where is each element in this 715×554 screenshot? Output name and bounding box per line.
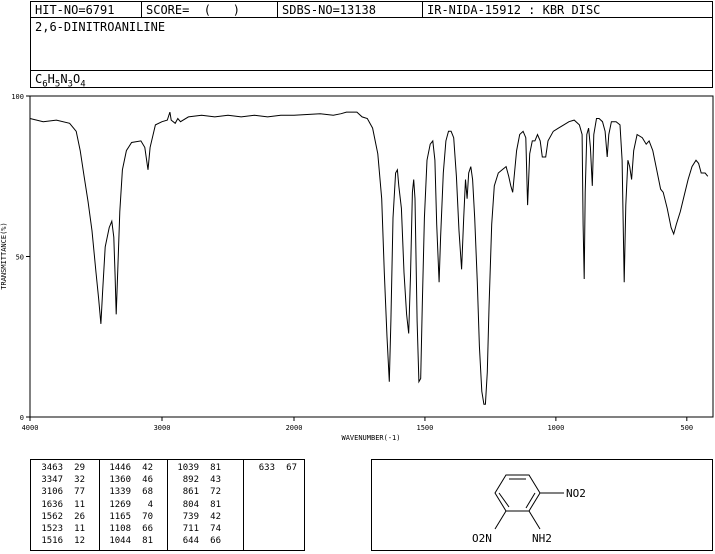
peak-transmittance: 81 [210, 463, 221, 473]
peak-transmittance: 43 [210, 475, 221, 486]
peak-table-row: 1360 46 [103, 474, 153, 486]
peak-wavenumber: 633 [258, 463, 275, 473]
peak-table-divider [243, 460, 244, 550]
peak-wavenumber: 711 [182, 524, 199, 535]
x-tick-label: 4000 [22, 424, 39, 432]
peak-table-row: 1339 68 [103, 486, 153, 498]
peak-transmittance: 4 [147, 499, 153, 510]
peak-wavenumber: 1562 [41, 511, 63, 522]
peak-table-row: 804 81 [171, 499, 221, 511]
peak-wavenumber: 804 [182, 499, 199, 510]
peak-table-row: 1269 4 [103, 499, 153, 511]
peak-wavenumber: 644 [182, 536, 199, 547]
y-tick-label: 0 [20, 414, 24, 422]
peak-transmittance: 77 [74, 487, 85, 498]
spectrum-series-line [29, 111, 709, 405]
peak-table-column: 633 67 [247, 462, 297, 474]
peak-transmittance: 42 [142, 463, 153, 473]
peak-table-row: 3347 32 [35, 474, 85, 486]
peak-table-row: 1044 81 [103, 535, 153, 547]
peak-wavenumber: 1044 [109, 536, 131, 547]
peak-wavenumber: 1360 [109, 475, 131, 486]
peak-wavenumber: 3463 [41, 463, 63, 473]
peak-transmittance: 12 [74, 536, 85, 547]
peak-transmittance: 11 [74, 524, 85, 535]
peak-table-row: 3463 29 [35, 462, 85, 474]
peak-transmittance: 26 [74, 511, 85, 522]
peak-table-column: 1446 42 1360 46 1339 68 1269 4 1165 70 1108 66 1044 8… [103, 462, 153, 547]
peak-table-row: 892 43 [171, 474, 221, 486]
peak-wavenumber: 1516 [41, 536, 63, 547]
peak-transmittance: 67 [286, 463, 297, 473]
plot-frame [29, 95, 714, 418]
substituent-nh2: NH2 [532, 532, 552, 545]
x-tick-label: 1000 [547, 424, 564, 432]
peak-table-row: 1165 70 [103, 511, 153, 523]
peak-wavenumber: 1165 [109, 511, 131, 522]
substituent-no2-top: NO2 [566, 487, 586, 500]
peak-table-row: 1516 12 [35, 535, 85, 547]
peak-table-divider [99, 460, 100, 550]
peak-table-row: 1562 26 [35, 511, 85, 523]
peak-transmittance: 70 [142, 511, 153, 522]
y-tick-label: 100 [11, 93, 24, 101]
peak-table-column: 3463 29 3347 32 3106 77 1636 11 1562 26 1523 11 1516… [35, 462, 85, 547]
peak-wavenumber: 1108 [109, 524, 131, 535]
peak-transmittance: 74 [210, 524, 221, 535]
peak-transmittance: 81 [210, 499, 221, 510]
peak-table-divider [167, 460, 168, 550]
peak-transmittance: 68 [142, 487, 153, 498]
bond-o2n [494, 510, 507, 530]
peak-table-row: 1523 11 [35, 523, 85, 535]
peak-transmittance: 66 [142, 524, 153, 535]
peak-transmittance: 29 [74, 463, 85, 473]
ring-double-bond [498, 492, 510, 508]
x-tick-label: 3000 [154, 424, 171, 432]
peak-wavenumber: 3347 [41, 475, 63, 486]
x-tick-label: 500 [680, 424, 693, 432]
x-tick-label: 2000 [286, 424, 303, 432]
peak-wavenumber: 1339 [109, 487, 131, 498]
peak-wavenumber: 892 [182, 475, 199, 486]
y-axis-label: TRANSMITTANCE(%) [0, 222, 8, 289]
bond-nh2 [528, 510, 541, 530]
peak-wavenumber: 1039 [177, 463, 199, 473]
peak-transmittance: 81 [142, 536, 153, 547]
ring-double-bond [525, 492, 536, 509]
peak-table-row: 644 66 [171, 535, 221, 547]
peak-wavenumber: 1523 [41, 524, 63, 535]
x-axis-label: WAVENUMBER(-1) [341, 434, 400, 442]
peak-wavenumber: 1636 [41, 499, 63, 510]
peak-wavenumber: 739 [182, 511, 199, 522]
molecule-structure: NO2 O2N NH2 [472, 474, 586, 545]
peak-table-row: 739 42 [171, 511, 221, 523]
benzene-ring [494, 474, 541, 512]
peak-transmittance: 11 [74, 499, 85, 510]
peak-wavenumber: 861 [182, 487, 199, 498]
peak-table-row: 861 72 [171, 486, 221, 498]
peak-wavenumber: 1446 [109, 463, 131, 473]
peak-transmittance: 66 [210, 536, 221, 547]
peak-table-row: 1108 66 [103, 523, 153, 535]
peak-table-row: 711 74 [171, 523, 221, 535]
y-tick-label: 50 [16, 254, 24, 262]
x-tick-label: 1500 [417, 424, 434, 432]
peak-table-row: 3106 77 [35, 486, 85, 498]
peak-transmittance: 72 [210, 487, 221, 498]
structure-box: NO2 O2N NH2 [371, 459, 713, 551]
peak-table-row: 633 67 [247, 462, 297, 474]
peak-transmittance: 32 [74, 475, 85, 486]
peak-transmittance: 46 [142, 475, 153, 486]
peak-table: 3463 29 3347 32 3106 77 1636 11 1562 26 1523 11 1516… [30, 459, 305, 551]
peak-transmittance: 42 [210, 511, 221, 522]
peak-wavenumber: 1269 [109, 499, 131, 510]
ir-spectrum-chart: 4000 3000 2000 1500 1000 500 0 50 100 WAVENUMBER… [0, 93, 714, 442]
substituent-o2n: O2N [472, 532, 492, 545]
peak-table-row: 1636 11 [35, 499, 85, 511]
peak-table-row: 1446 42 [103, 462, 153, 474]
peak-table-row: 1039 81 [171, 462, 221, 474]
peak-wavenumber: 3106 [41, 487, 63, 498]
peak-table-column: 1039 81 892 43 861 72 804 81 739 42 711 74 644 66 [171, 462, 221, 547]
